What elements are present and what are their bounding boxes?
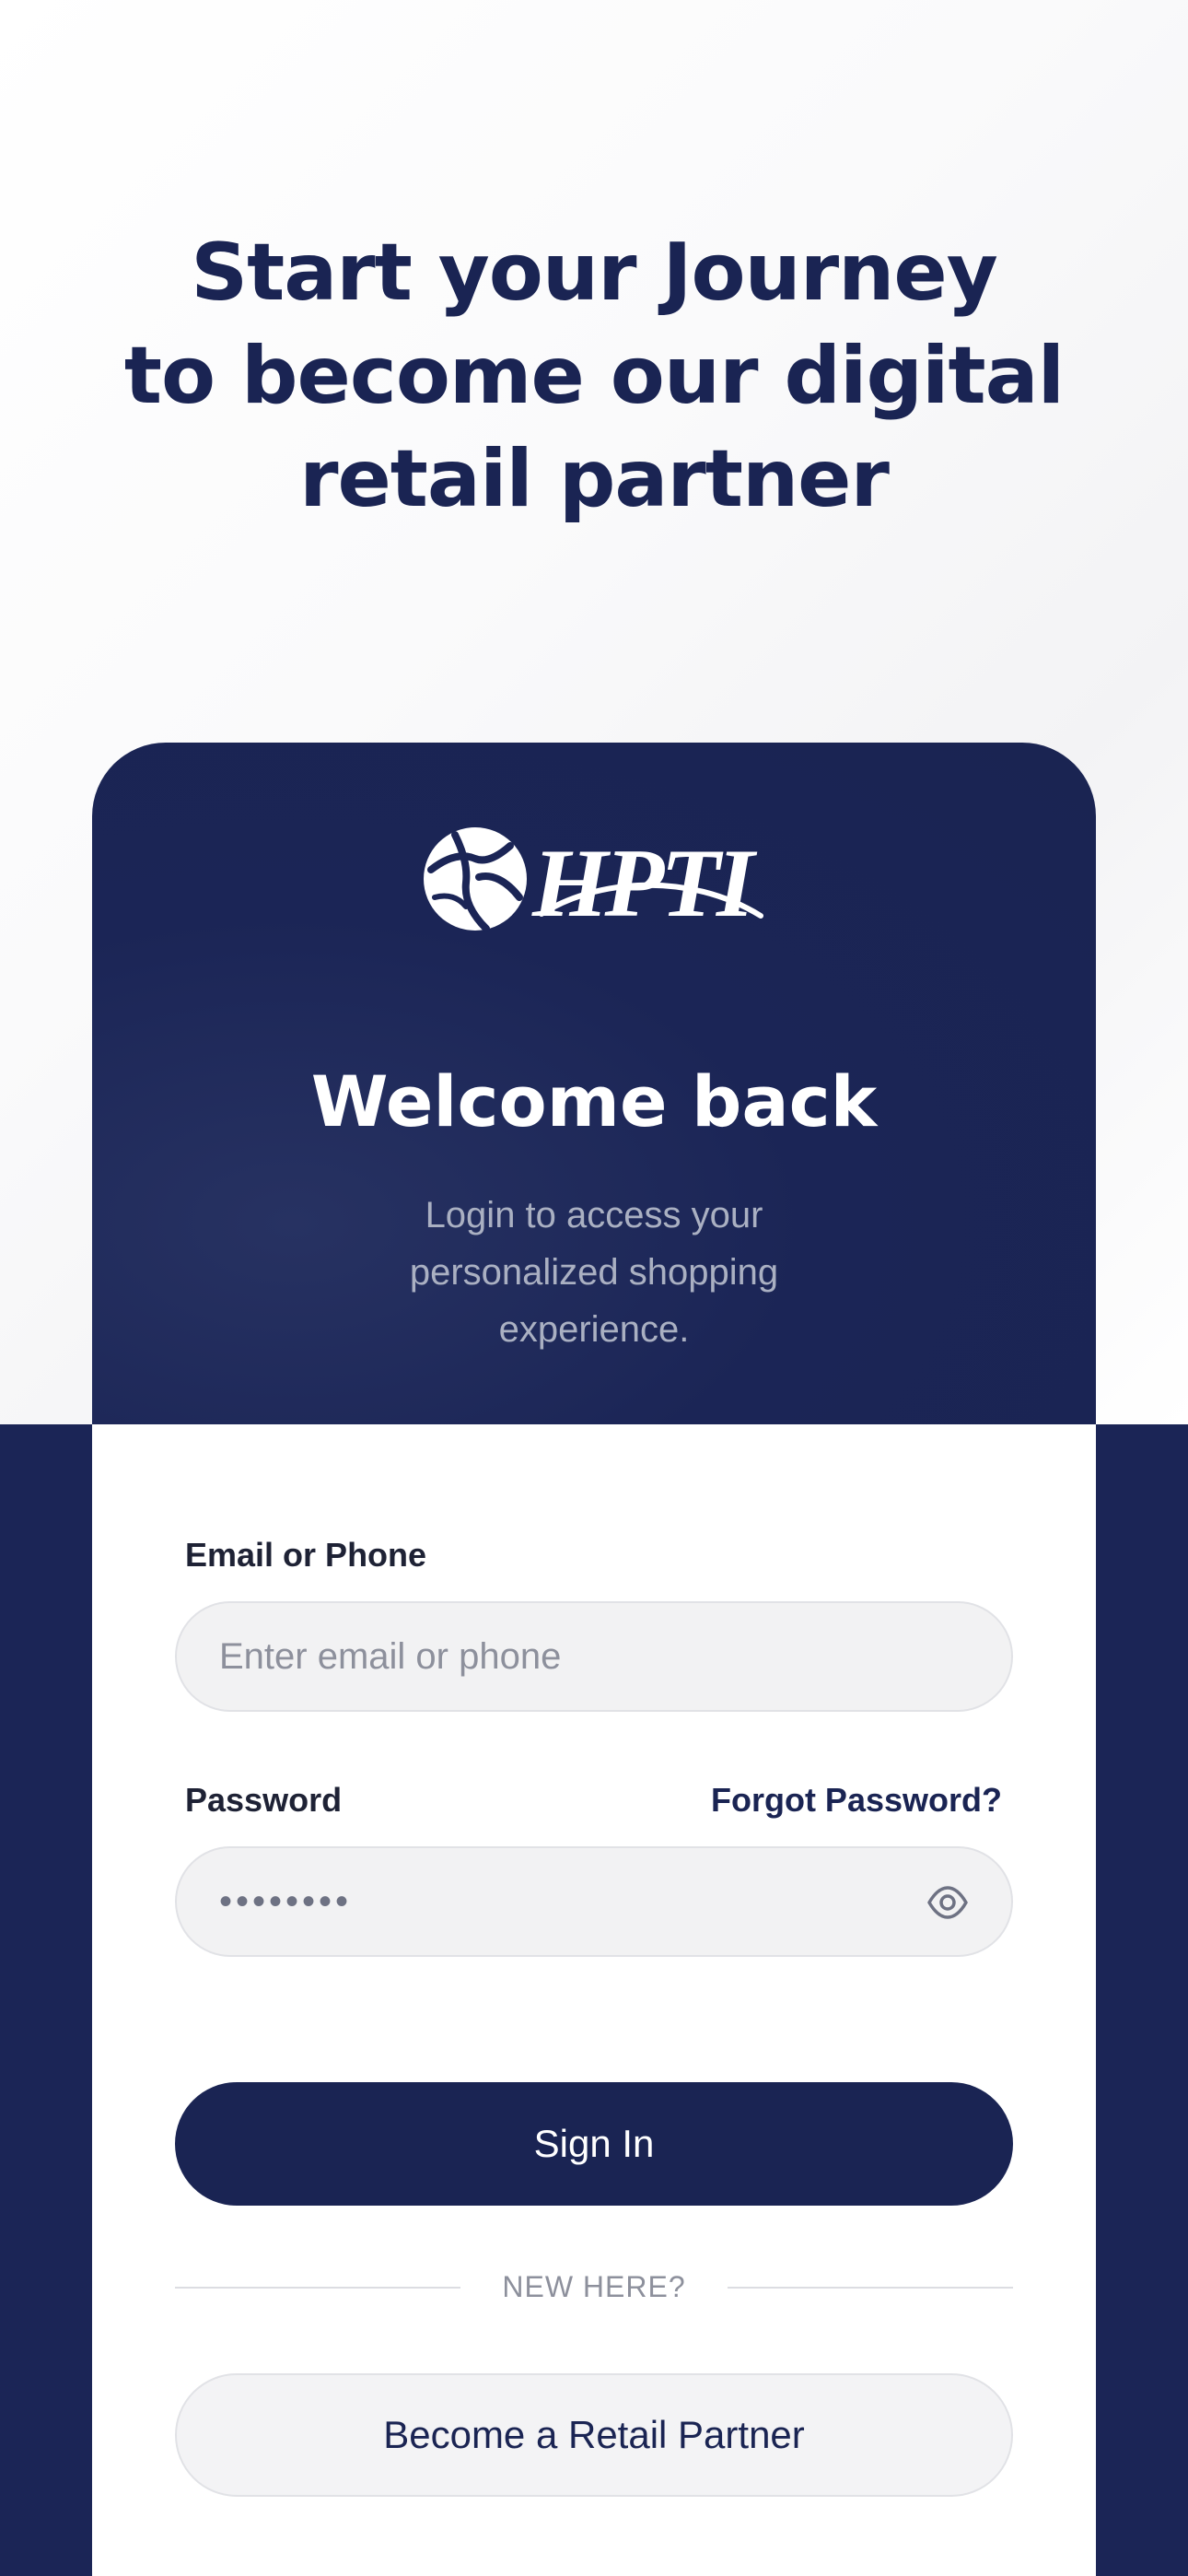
divider-right bbox=[728, 2287, 1013, 2289]
email-field[interactable] bbox=[175, 1601, 1013, 1712]
password-field[interactable] bbox=[175, 1846, 1013, 1957]
brand-logo: HPTI bbox=[422, 825, 772, 937]
email-label: Email or Phone bbox=[185, 1536, 427, 1574]
sign-in-button[interactable]: Sign In bbox=[175, 2082, 1013, 2206]
become-retail-partner-button[interactable]: Become a Retail Partner bbox=[175, 2373, 1013, 2497]
login-screen: Start your Journey to become our digital… bbox=[0, 0, 1188, 2576]
divider-left bbox=[175, 2287, 460, 2289]
globe-icon: HPTI bbox=[424, 827, 763, 937]
eye-icon[interactable] bbox=[926, 1881, 969, 1924]
forgot-password-link[interactable]: Forgot Password? bbox=[711, 1780, 1002, 1821]
hero-line-3: retail partner bbox=[299, 433, 890, 525]
password-label: Password bbox=[185, 1781, 343, 1819]
hero-title: Start your Journey to become our digital… bbox=[87, 221, 1101, 531]
hero-line-2: to become our digital bbox=[123, 330, 1065, 422]
password-input[interactable] bbox=[219, 1848, 919, 1955]
hero-line-1: Start your Journey bbox=[191, 227, 998, 319]
login-card-header: HPTI Welcome back Login to access your p… bbox=[92, 743, 1096, 1429]
login-form: Email or Phone Password Forgot Password?… bbox=[92, 1424, 1096, 2576]
welcome-title: Welcome back bbox=[310, 1060, 878, 1142]
new-here-divider: NEW HERE? bbox=[502, 2270, 686, 2303]
email-input[interactable] bbox=[219, 1603, 919, 1710]
welcome-subtitle: Login to access your personalized shoppi… bbox=[409, 1195, 779, 1350]
